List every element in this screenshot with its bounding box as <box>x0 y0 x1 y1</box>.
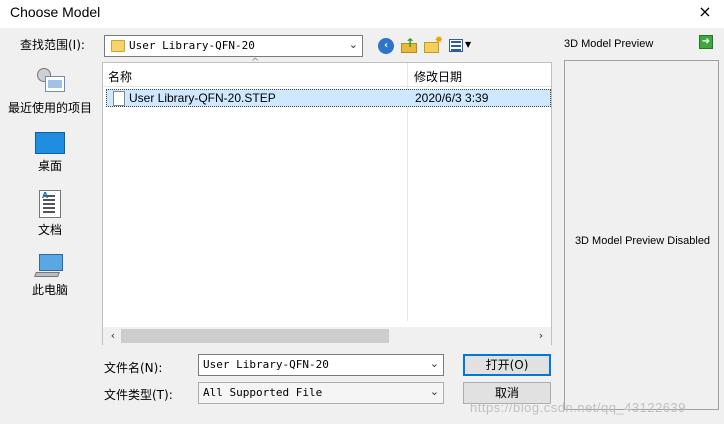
place-label: 文档 <box>37 223 62 237</box>
look-in-value: User Library-QFN-20 <box>129 39 255 52</box>
scroll-left-icon[interactable]: ‹ <box>105 328 121 344</box>
look-in-combo[interactable]: User Library-QFN-20 ⌄ <box>104 35 363 57</box>
chevron-down-icon[interactable]: ⌄ <box>430 385 439 398</box>
new-folder-button[interactable]: ✸ <box>422 35 443 56</box>
title-bar: Choose Model × <box>0 0 724 28</box>
filetype-value: All Supported File <box>203 386 323 399</box>
back-button[interactable]: ‹ <box>376 36 396 56</box>
desktop-icon <box>35 132 65 154</box>
back-arrow-icon: ‹ <box>378 38 394 54</box>
view-menu-icon: ▼ <box>449 38 473 54</box>
sort-ascending-icon: ^ <box>251 57 260 68</box>
column-header: ^ 名称 修改日期 <box>103 57 551 87</box>
place-desktop[interactable]: 桌面 <box>0 132 100 174</box>
preview-panel: 3D Model Preview Disabled <box>564 60 719 410</box>
close-icon[interactable]: × <box>696 2 714 22</box>
scroll-right-icon[interactable]: › <box>533 328 549 344</box>
folder-icon <box>111 40 125 52</box>
places-bar: 最近使用的项目 桌面 A 文档 此电脑 <box>0 62 100 362</box>
filename-label: 文件名(N): <box>104 361 163 375</box>
place-label: 桌面 <box>37 159 62 173</box>
file-name: User Library-QFN-20.STEP <box>129 91 276 105</box>
look-in-label: 查找范围(I): <box>20 38 85 52</box>
place-this-pc[interactable]: 此电脑 <box>0 254 100 298</box>
column-name-header[interactable]: 名称 <box>108 68 132 85</box>
this-pc-icon <box>34 254 65 278</box>
view-menu-button[interactable]: ▼ <box>448 36 474 56</box>
watermark: https://blog.csdn.net/qq_43122639 <box>470 400 686 415</box>
preview-toggle-icon[interactable]: ➜ <box>699 35 713 49</box>
file-list[interactable]: ^ 名称 修改日期 User Library-QFN-20.STEP 2020/… <box>102 57 552 345</box>
documents-icon: A <box>39 190 61 218</box>
filetype-select[interactable]: All Supported File ⌄ <box>198 382 444 404</box>
place-documents[interactable]: A 文档 <box>0 190 100 238</box>
file-date: 2020/6/3 3:39 <box>415 91 489 105</box>
horizontal-scrollbar[interactable]: ‹ › <box>103 327 551 345</box>
preview-title: 3D Model Preview <box>564 38 654 50</box>
up-folder-button[interactable]: ↑ <box>399 36 419 56</box>
place-label: 最近使用的项目 <box>7 101 92 115</box>
new-folder-icon: ✸ <box>424 35 443 53</box>
filetype-label: 文件类型(T): <box>104 388 173 402</box>
up-folder-icon: ↑ <box>401 36 417 53</box>
place-recent[interactable]: 最近使用的项目 <box>0 66 100 116</box>
chevron-down-icon[interactable]: ⌄ <box>430 357 439 370</box>
dialog-body: 查找范围(I): User Library-QFN-20 ⌄ ‹ ↑ ✸ ▼ 最… <box>0 28 724 424</box>
file-row[interactable]: User Library-QFN-20.STEP 2020/6/3 3:39 <box>106 89 551 107</box>
recent-items-icon <box>35 66 65 96</box>
filename-input[interactable]: User Library-QFN-20 ⌄ <box>198 354 444 376</box>
open-button[interactable]: 打开(O) <box>463 354 551 376</box>
place-label: 此电脑 <box>31 283 68 297</box>
filename-value: User Library-QFN-20 <box>203 358 329 371</box>
preview-message: 3D Model Preview Disabled <box>574 235 711 247</box>
file-icon <box>113 91 125 106</box>
window-title: Choose Model <box>10 4 101 20</box>
column-date-header[interactable]: 修改日期 <box>414 68 462 85</box>
scrollbar-thumb[interactable] <box>121 329 389 343</box>
chevron-down-icon[interactable]: ⌄ <box>349 38 358 51</box>
